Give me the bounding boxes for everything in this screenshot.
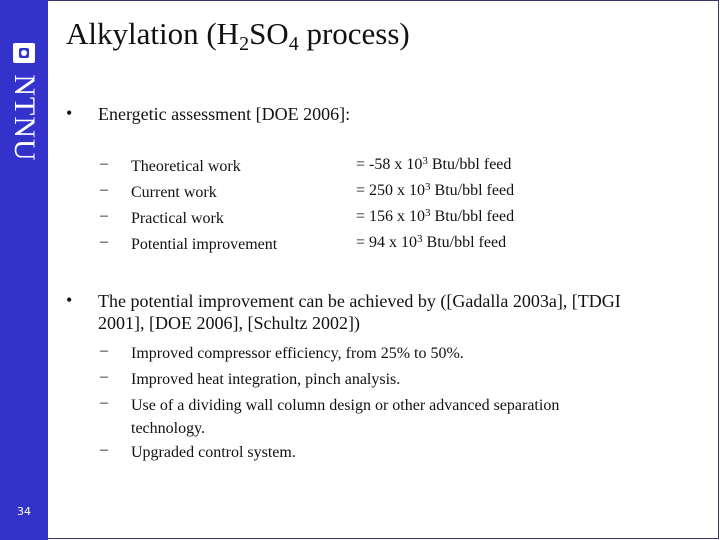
subitem-label: Potential improvement [131, 236, 278, 253]
subitem-value: = 156 x 103 Btu/bbl feed [356, 207, 515, 226]
subitem-label: Improved compressor efficiency, from 25%… [131, 345, 464, 362]
dash-marker: – [100, 181, 108, 198]
sidebar: NTNU 34 [0, 0, 48, 540]
dash-marker: – [100, 441, 108, 458]
page-number: 34 [17, 505, 31, 518]
bullet-marker: • [66, 290, 73, 310]
dash-marker: – [100, 207, 108, 224]
bullet-text: The potential improvement can be achieve… [98, 291, 621, 333]
dash-marker: – [100, 394, 108, 411]
dash-marker: – [100, 233, 108, 250]
bullet-text: Energetic assessment [DOE 2006]: [98, 104, 351, 124]
ntnu-logo-text: NTNU [8, 74, 41, 162]
subitem-label: Theoretical work [131, 158, 241, 175]
subitem-label: Use of a dividing wall column design or … [131, 397, 560, 437]
bullet-marker: • [66, 103, 73, 123]
subitem-label: Current work [131, 184, 217, 201]
subitem-value: = -58 x 103 Btu/bbl feed [356, 155, 512, 174]
slide-title: Alkylation (H2SO4 process) [66, 16, 410, 55]
dash-marker: – [100, 155, 108, 172]
ntnu-square-logo-icon [13, 43, 35, 63]
subitem-label: Improved heat integration, pinch analysi… [131, 371, 401, 388]
subitem-value: = 250 x 103 Btu/bbl feed [356, 181, 515, 200]
dash-marker: – [100, 368, 108, 385]
dash-marker: – [100, 342, 108, 359]
subitem-label: Practical work [131, 210, 224, 227]
subitem-value: = 94 x 103 Btu/bbl feed [356, 233, 507, 252]
subitem-label: Upgraded control system. [131, 444, 296, 461]
